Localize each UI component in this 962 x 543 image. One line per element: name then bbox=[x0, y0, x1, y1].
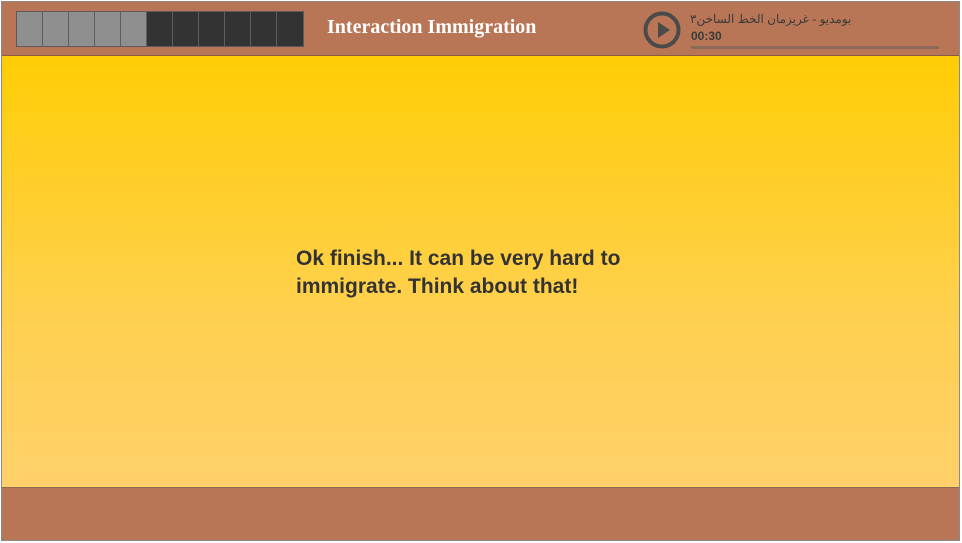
progress-step-completed bbox=[43, 12, 69, 46]
progress-step-pending bbox=[147, 12, 173, 46]
audio-player: بومديو - غريزمان الخط الساخن٣ 00:30 bbox=[643, 9, 943, 51]
progress-step-completed bbox=[17, 12, 43, 46]
progress-step-completed bbox=[69, 12, 95, 46]
page-title: Interaction Immigration bbox=[327, 16, 537, 38]
play-button[interactable] bbox=[643, 11, 681, 49]
finish-message: Ok finish... It can be very hard to immi… bbox=[296, 247, 621, 298]
track-title: بومديو - غريزمان الخط الساخن٣ bbox=[690, 12, 852, 26]
content-area: Ok finish... It can be very hard to immi… bbox=[2, 56, 959, 488]
progress-step-completed bbox=[121, 12, 147, 46]
progress-step-pending bbox=[251, 12, 277, 46]
header-bar: Interaction Immigration بومديو - غريزمان… bbox=[2, 2, 959, 56]
track-time: 00:30 bbox=[691, 29, 722, 43]
progress-step-pending bbox=[173, 12, 199, 46]
play-circle-icon bbox=[643, 11, 681, 49]
progress-step-pending bbox=[199, 12, 225, 46]
progress-step-pending bbox=[225, 12, 251, 46]
progress-step-completed bbox=[95, 12, 121, 46]
seek-bar[interactable] bbox=[691, 46, 939, 49]
progress-step-pending bbox=[277, 12, 303, 46]
footer-bar bbox=[2, 488, 959, 540]
step-progress-bar bbox=[16, 11, 304, 47]
app-window: Interaction Immigration بومديو - غريزمان… bbox=[1, 1, 960, 541]
